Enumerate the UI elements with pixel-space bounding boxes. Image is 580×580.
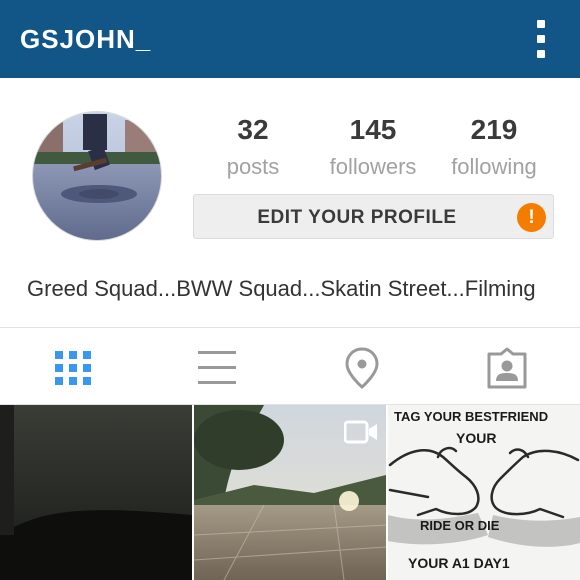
profile-username: GSJOHN_ <box>20 24 152 54</box>
edit-profile-button[interactable]: EDIT YOUR PROFILE ! <box>193 194 554 239</box>
posts-count: 32 <box>237 114 269 145</box>
profile-avatar[interactable] <box>32 111 162 241</box>
more-vertical-icon[interactable] <box>528 20 554 58</box>
meme-text-line: TAG YOUR BESTFRIEND <box>394 409 548 424</box>
list-icon[interactable] <box>195 346 239 390</box>
meme-text-line: RIDE OR DIE <box>420 518 500 533</box>
avatar-photo <box>33 112 161 240</box>
alert-icon: ! <box>517 203 546 232</box>
followers-label: followers <box>329 154 417 179</box>
post-image-meme: TAG YOUR BESTFRIEND YOUR RIDE OR DIE YOU… <box>388 405 580 580</box>
top-app-bar: GSJOHN_ <box>0 0 580 78</box>
following-label: following <box>451 154 537 179</box>
post-thumbnail[interactable] <box>194 405 386 580</box>
post-photo <box>0 405 192 580</box>
followers-count: 145 <box>349 114 397 145</box>
meme-text-line: YOUR A1 DAY1 <box>408 555 510 571</box>
grid-icon[interactable] <box>51 346 95 390</box>
stat-posts: 32 posts <box>193 114 313 180</box>
posts-label: posts <box>226 154 280 179</box>
edit-profile-label: EDIT YOUR PROFILE <box>257 207 457 228</box>
meme-text-line: YOUR <box>456 430 496 446</box>
stat-following[interactable]: 219 following <box>434 114 554 180</box>
posts-grid: TAG YOUR BESTFRIEND YOUR RIDE OR DIE YOU… <box>0 405 580 580</box>
video-icon <box>343 419 378 445</box>
post-thumbnail[interactable] <box>0 405 192 580</box>
tagged-person-icon[interactable] <box>485 346 529 390</box>
following-count: 219 <box>470 114 518 145</box>
stat-followers[interactable]: 145 followers <box>313 114 433 180</box>
profile-bio: Greed Squad...BWW Squad...Skatin Street.… <box>27 276 536 301</box>
profile-tab-bar <box>0 328 580 406</box>
location-pin-icon[interactable] <box>340 346 384 390</box>
post-thumbnail[interactable]: TAG YOUR BESTFRIEND YOUR RIDE OR DIE YOU… <box>388 405 580 580</box>
